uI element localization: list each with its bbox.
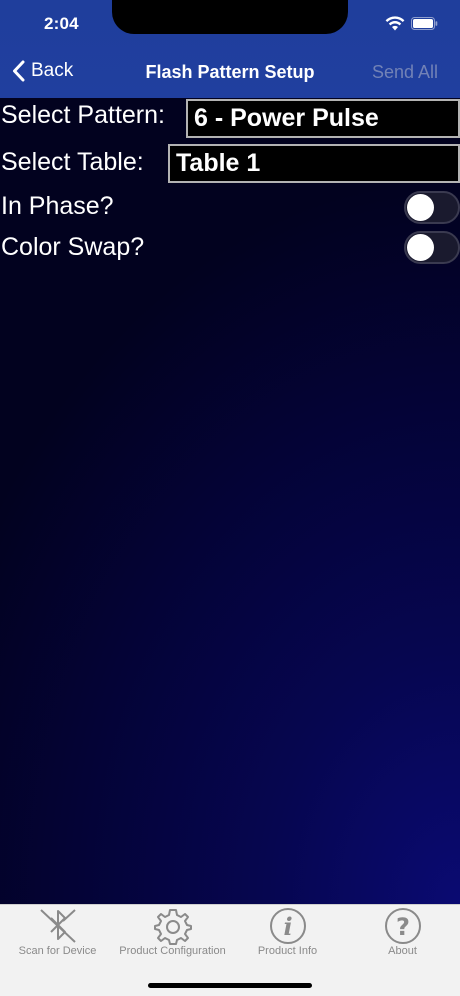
pattern-field-value: 6 - Power Pulse bbox=[194, 104, 379, 132]
screen: 2:04 Back Flash Pattern Setup Send All S… bbox=[0, 0, 460, 996]
status-icons bbox=[385, 16, 438, 36]
color-swap-toggle-knob bbox=[407, 234, 434, 261]
battery-icon bbox=[411, 17, 438, 35]
color-swap-label: Color Swap? bbox=[1, 233, 145, 261]
tab-product-configuration[interactable]: Product Configuration bbox=[115, 905, 230, 965]
info-icon: i bbox=[268, 907, 308, 950]
tab-scan-for-device[interactable]: Scan for Device bbox=[0, 905, 115, 965]
in-phase-toggle-knob bbox=[407, 194, 434, 221]
in-phase-toggle[interactable] bbox=[404, 191, 460, 224]
pattern-field[interactable]: 6 - Power Pulse bbox=[186, 99, 460, 138]
question-icon: ? bbox=[383, 907, 423, 950]
table-field[interactable]: Table 1 bbox=[168, 144, 460, 183]
device-notch bbox=[112, 0, 348, 34]
wifi-icon bbox=[385, 16, 405, 36]
tab-label: About bbox=[388, 945, 417, 957]
bluetooth-off-icon bbox=[38, 907, 78, 950]
svg-text:i: i bbox=[283, 912, 292, 941]
tab-bar: Scan for Device Product Configuration i bbox=[0, 904, 460, 996]
table-field-value: Table 1 bbox=[176, 149, 261, 177]
home-indicator bbox=[148, 983, 312, 988]
navigation-header: 2:04 Back Flash Pattern Setup Send All bbox=[0, 0, 460, 98]
gear-icon bbox=[153, 907, 193, 950]
select-pattern-label: Select Pattern: bbox=[1, 101, 165, 129]
send-all-button[interactable]: Send All bbox=[372, 62, 438, 83]
status-time: 2:04 bbox=[44, 14, 79, 33]
in-phase-label: In Phase? bbox=[1, 192, 114, 220]
tab-about[interactable]: ? About bbox=[345, 905, 460, 965]
select-table-label: Select Table: bbox=[1, 148, 144, 176]
tab-product-info[interactable]: i Product Info bbox=[230, 905, 345, 965]
color-swap-toggle[interactable] bbox=[404, 231, 460, 264]
svg-text:?: ? bbox=[396, 913, 410, 941]
content-area: Select Pattern: 6 - Power Pulse Select T… bbox=[0, 98, 460, 904]
